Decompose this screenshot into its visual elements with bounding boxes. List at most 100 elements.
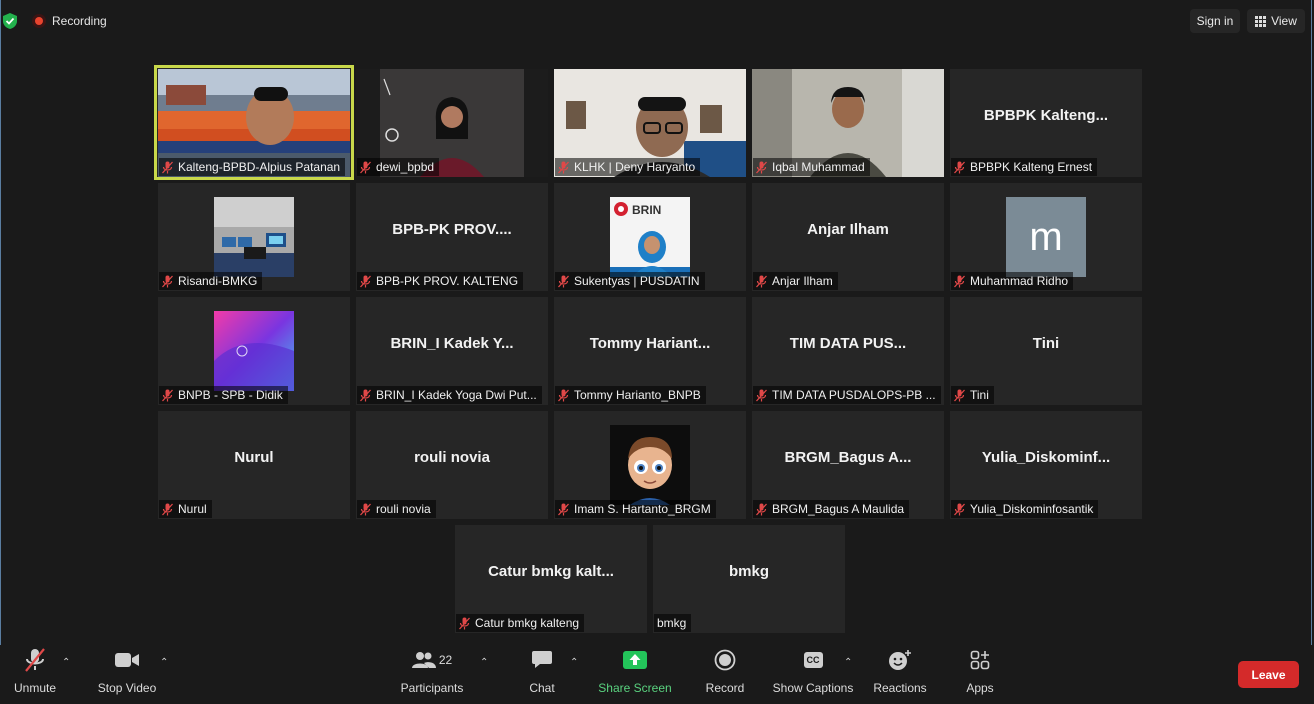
mic-muted-icon: [954, 503, 965, 515]
show-captions-button[interactable]: CC Show Captions: [771, 645, 855, 704]
captions-caret-icon[interactable]: ⌃: [844, 657, 852, 668]
participant-name-label: BRIN_I Kadek Yoga Dwi Put...: [357, 386, 542, 404]
chat-caret-icon[interactable]: ⌃: [570, 657, 578, 668]
leave-button[interactable]: Leave: [1238, 661, 1299, 688]
participant-tile[interactable]: BRIN_I Kadek Y... BRIN_I Kadek Yoga Dwi …: [356, 297, 548, 405]
participant-name-label: Risandi-BMKG: [159, 272, 263, 290]
apps-button[interactable]: Apps: [962, 645, 998, 704]
apps-icon: [970, 650, 990, 670]
video-options-caret-icon[interactable]: ⌃: [160, 657, 168, 668]
recording-indicator[interactable]: Recording: [32, 11, 107, 31]
share-screen-icon: [623, 651, 647, 669]
participant-display-name: BRIN_I Kadek Y...: [390, 335, 514, 352]
audio-options-caret-icon[interactable]: ⌃: [62, 657, 70, 668]
mic-muted-icon: [25, 648, 45, 672]
chat-bubble-icon: [532, 651, 552, 668]
participant-video: [214, 197, 294, 277]
mic-muted-icon: [162, 275, 173, 287]
participant-tile[interactable]: KLHK | Deny Haryanto: [554, 69, 746, 177]
mic-muted-icon: [558, 161, 569, 173]
mic-muted-icon: [756, 275, 767, 287]
participant-name-label: Tommy Harianto_BNPB: [555, 386, 706, 404]
participant-name: Muhammad Ridho: [970, 274, 1069, 288]
participant-tile[interactable]: bmkg bmkg: [653, 525, 845, 633]
participant-name-label: Yulia_Diskominfosantik: [951, 500, 1099, 518]
apps-label: Apps: [966, 681, 994, 695]
participant-name-label: Kalteng-BPBD-Alpius Patanan: [159, 158, 346, 176]
participant-tile[interactable]: BNPB - SPB - Didik: [158, 297, 350, 405]
participants-caret-icon[interactable]: ⌃: [480, 657, 488, 668]
mic-muted-icon: [954, 275, 965, 287]
participant-tile[interactable]: BRGM_Bagus A... BRGM_Bagus A Maulida: [752, 411, 944, 519]
participant-name: Anjar Ilham: [772, 274, 833, 288]
participant-tile[interactable]: rouli novia rouli novia: [356, 411, 548, 519]
participant-name-label: rouli novia: [357, 500, 436, 518]
recording-dot-icon: [32, 14, 46, 28]
participant-name: Catur bmkg kalteng: [475, 616, 580, 630]
mic-muted-icon: [360, 503, 371, 515]
participant-name: rouli novia: [376, 502, 431, 516]
mic-muted-icon: [954, 161, 965, 173]
participant-name: BRGM_Bagus A Maulida: [772, 502, 905, 516]
participant-name: Tini: [970, 388, 989, 402]
share-screen-button[interactable]: Share Screen: [598, 645, 672, 704]
show-captions-label: Show Captions: [772, 681, 854, 695]
participant-display-name: rouli novia: [414, 449, 490, 466]
participant-tile[interactable]: Yulia_Diskominf... Yulia_Diskominfosanti…: [950, 411, 1142, 519]
mic-muted-icon: [459, 617, 470, 629]
mic-muted-icon: [360, 275, 371, 287]
participant-tile[interactable]: Anjar Ilham Anjar Ilham: [752, 183, 944, 291]
participant-name: BPB-PK PROV. KALTENG: [376, 274, 519, 288]
mic-muted-icon: [558, 275, 569, 287]
security-shield-icon[interactable]: [2, 12, 18, 30]
reactions-button[interactable]: Reactions: [872, 645, 928, 704]
participant-name-label: BPBPK Kalteng Ernest: [951, 158, 1098, 176]
participant-display-name: BPBPK Kalteng...: [983, 107, 1109, 124]
participant-tile[interactable]: Nurul Nurul: [158, 411, 350, 519]
participant-tile[interactable]: BRIN Sukentyas | PUSDATIN: [554, 183, 746, 291]
sign-in-button[interactable]: Sign in: [1190, 9, 1240, 33]
view-button[interactable]: View: [1247, 9, 1305, 33]
participant-tile[interactable]: Catur bmkg kalt... Catur bmkg kalteng: [455, 525, 647, 633]
participant-name: Sukentyas | PUSDATIN: [574, 274, 700, 288]
participant-tile[interactable]: m Muhammad Ridho: [950, 183, 1142, 291]
stop-video-button[interactable]: Stop Video: [96, 645, 158, 704]
unmute-button[interactable]: Unmute: [10, 645, 60, 704]
participant-tile[interactable]: BPBPK Kalteng... BPBPK Kalteng Ernest: [950, 69, 1142, 177]
participant-tile[interactable]: Kalteng-BPBD-Alpius Patanan: [154, 65, 354, 180]
participant-name: Yulia_Diskominfosantik: [970, 502, 1094, 516]
participant-name-label: Muhammad Ridho: [951, 272, 1074, 290]
brin-logo-text: BRIN: [632, 203, 661, 217]
participant-name: KLHK | Deny Haryanto: [574, 160, 696, 174]
mic-muted-icon: [162, 161, 173, 173]
participant-name-label: Imam S. Hartanto_BRGM: [555, 500, 716, 518]
participant-name: BRIN_I Kadek Yoga Dwi Put...: [376, 388, 537, 402]
chat-button[interactable]: Chat: [524, 645, 560, 704]
participant-tile[interactable]: dewi_bpbd: [356, 69, 548, 177]
participant-tile[interactable]: Tommy Hariant... Tommy Harianto_BNPB: [554, 297, 746, 405]
participant-tile[interactable]: Tini Tini: [950, 297, 1142, 405]
record-icon: [714, 649, 736, 671]
record-button[interactable]: Record: [704, 645, 746, 704]
chat-label: Chat: [529, 681, 555, 695]
reactions-label: Reactions: [873, 681, 927, 695]
participant-display-name: Anjar Ilham: [807, 221, 889, 238]
participant-tile[interactable]: Iqbal Muhammad: [752, 69, 944, 177]
participant-name-label: Catur bmkg kalteng: [456, 614, 585, 632]
participant-tile[interactable]: TIM DATA PUS... TIM DATA PUSDALOPS-PB ..…: [752, 297, 944, 405]
participant-video: [214, 311, 294, 391]
mic-muted-icon: [756, 389, 767, 401]
participant-tile[interactable]: Risandi-BMKG: [158, 183, 350, 291]
video-feed: m: [1006, 197, 1086, 277]
top-bar: Recording Sign in View: [0, 0, 1314, 42]
mic-muted-icon: [360, 161, 371, 173]
participant-name: Nurul: [178, 502, 207, 516]
stop-video-label: Stop Video: [97, 681, 157, 695]
participant-tile[interactable]: BPB-PK PROV.... BPB-PK PROV. KALTENG: [356, 183, 548, 291]
participant-tile[interactable]: Imam S. Hartanto_BRGM: [554, 411, 746, 519]
reactions-emoji-icon: [889, 650, 911, 670]
video-feed: [214, 311, 294, 391]
mic-muted-icon: [558, 503, 569, 515]
mic-muted-icon: [360, 389, 371, 401]
participants-button[interactable]: 22 Participants: [399, 645, 465, 704]
